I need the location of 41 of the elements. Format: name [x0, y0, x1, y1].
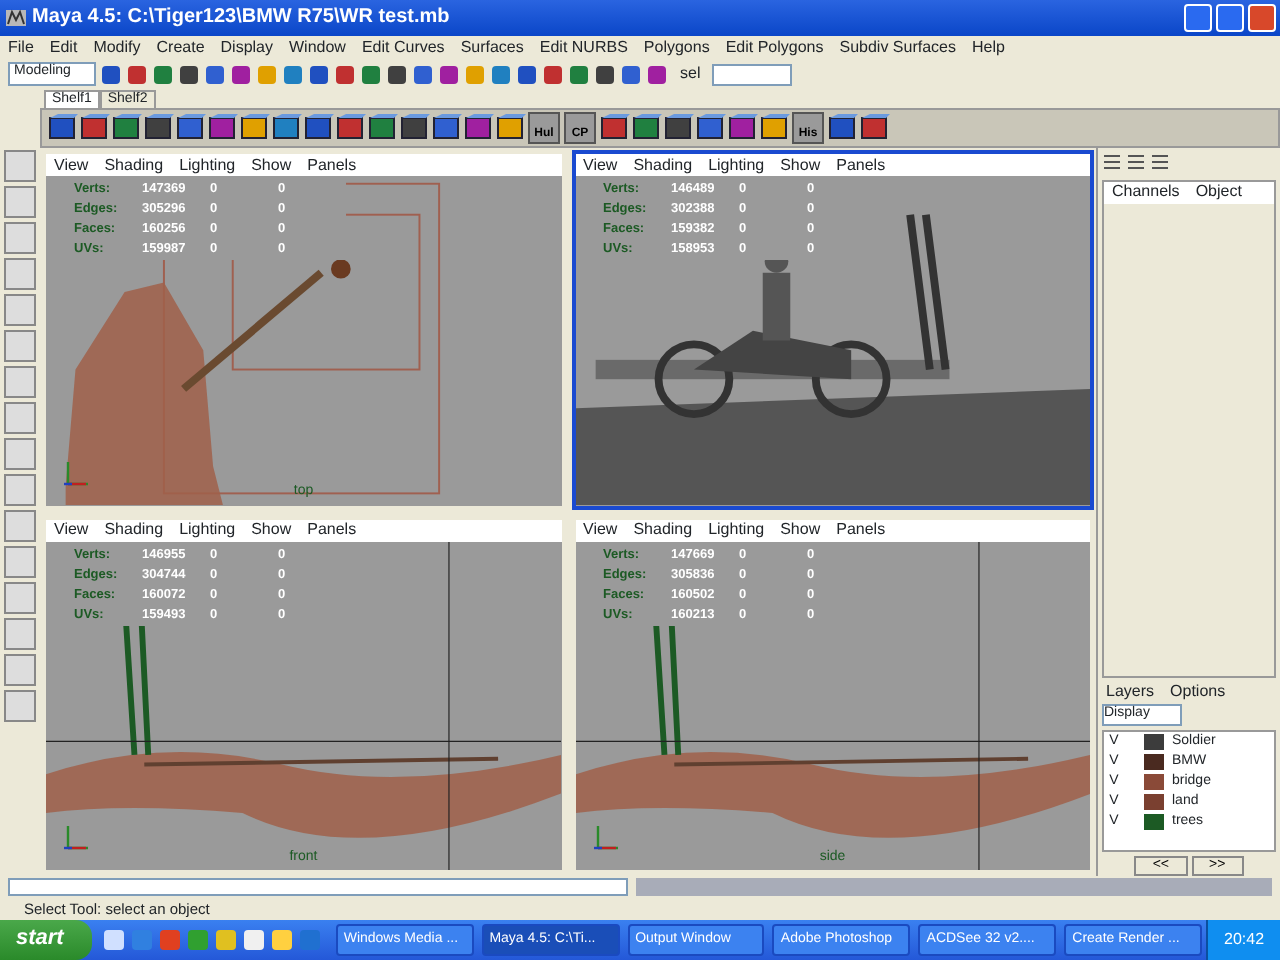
menu-item[interactable]: Edit Curves [353, 38, 453, 58]
clock-text: 20:42 [1224, 930, 1265, 950]
menu-item[interactable]: Window [281, 38, 354, 58]
panel-menu-item[interactable]: Shading [625, 520, 701, 540]
channel-box-menu-item[interactable]: Object [1187, 182, 1250, 204]
panel-menu-item[interactable]: Show [243, 520, 300, 540]
panel-menu-item[interactable]: View [575, 155, 626, 175]
menu-item[interactable]: File [0, 38, 42, 58]
start-button[interactable]: start [0, 920, 92, 960]
menu-item[interactable]: Display [212, 38, 281, 58]
panel-menu-item[interactable]: Panels [828, 520, 894, 540]
panel-menu-item[interactable]: Shading [96, 155, 172, 175]
panel-menu-item[interactable]: Show [772, 155, 829, 175]
panel-menu-item[interactable]: Lighting [171, 520, 244, 540]
menu-item[interactable]: Create [148, 38, 213, 58]
panel-menu-item[interactable]: View [46, 155, 97, 175]
window-title: Maya 4.5: C:\Tiger123\BMW R75\WR test.mb [32, 6, 450, 30]
panel-menu-item[interactable]: Shading [96, 520, 172, 540]
menu-item[interactable]: Polygons [635, 38, 718, 58]
panel-menu-item[interactable]: Panels [828, 155, 894, 175]
panel-menu-item[interactable]: Lighting [700, 155, 773, 175]
panel-menu-item[interactable]: Panels [299, 520, 365, 540]
panel-menu-item[interactable]: Panels [299, 155, 365, 175]
layer-menu-item[interactable]: Layers [1098, 681, 1163, 701]
panel-menu-item[interactable]: View [575, 520, 626, 540]
panel-menu-item[interactable]: Show [243, 155, 300, 175]
selection-mode-label: sel [678, 64, 703, 84]
menu-item[interactable]: Help [964, 38, 1013, 58]
panel-menu-item[interactable]: Lighting [700, 520, 773, 540]
panel-menu-item[interactable]: Show [772, 520, 829, 540]
menu-item[interactable]: Surfaces [452, 38, 532, 58]
channel-box-menu-item[interactable]: Channels [1104, 182, 1188, 204]
menu-item[interactable]: Modify [85, 38, 149, 58]
panel-menu-item[interactable]: Shading [625, 155, 701, 175]
menu-item[interactable]: Subdiv Surfaces [831, 38, 965, 58]
menu-item[interactable]: Edit Polygons [717, 38, 832, 58]
menu-item[interactable]: Edit NURBS [531, 38, 636, 58]
panel-menu-item[interactable]: Lighting [171, 155, 244, 175]
panel-menu-item[interactable]: View [46, 520, 97, 540]
menu-item[interactable]: Edit [41, 38, 86, 58]
layer-menu-item[interactable]: Options [1162, 681, 1234, 701]
